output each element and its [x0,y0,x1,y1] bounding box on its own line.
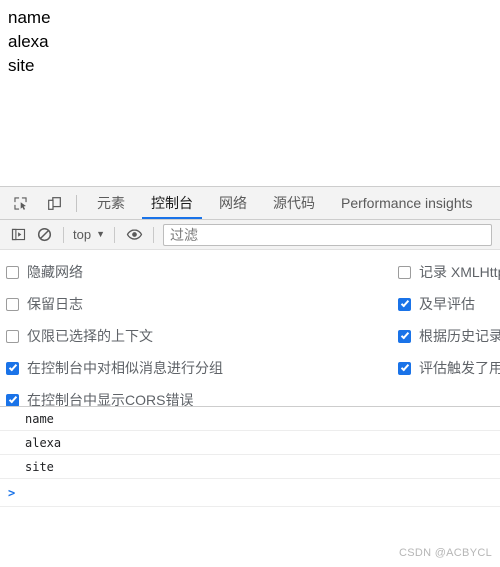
settings-column-right: 记录 XMLHttpRequest 及早评估 根据历史记录自动补全 评估触发了用… [398,256,500,384]
checkbox-eager-evaluation[interactable] [398,297,411,311]
live-expression-eye-icon[interactable] [121,223,147,247]
setting-preserve-log[interactable]: 保留日志 [6,288,223,320]
console-message-row: name [0,407,500,431]
toolbar-divider [76,194,77,212]
setting-label: 及早评估 [419,296,475,312]
chevron-down-icon: ▼ [96,229,105,239]
tab-label: Performance insights [341,195,473,211]
setting-selected-context-only[interactable]: 仅限已选择的上下文 [6,320,223,352]
checkbox-show-cors-errors[interactable] [6,393,19,406]
web-page-viewport: name alexa site [0,0,500,186]
setting-show-cors-errors[interactable]: 在控制台中显示CORS错误 [6,384,223,407]
console-toolbar: top ▼ [0,220,500,250]
prompt-arrow-icon: > [8,485,16,500]
checkbox-selected-context-only[interactable] [6,329,19,343]
tab-performance-insights[interactable]: Performance insights [328,187,486,219]
checkbox-autocomplete-from-history[interactable] [398,329,411,343]
clear-console-icon[interactable] [31,223,57,247]
setting-group-similar[interactable]: 在控制台中对相似消息进行分组 [6,352,223,384]
console-message-row: site [0,455,500,479]
setting-label: 保留日志 [27,296,83,312]
setting-label: 隐藏网络 [27,264,83,280]
checkbox-evaluate-user-activation[interactable] [398,361,411,375]
console-message-row: alexa [0,431,500,455]
setting-label: 在控制台中对相似消息进行分组 [27,360,223,376]
tab-elements[interactable]: 元素 [84,187,138,219]
watermark: CSDN @ACBYCL [398,547,492,559]
tab-label: 网络 [219,195,247,211]
console-prompt-row[interactable]: > [0,479,500,507]
console-sidebar-icon[interactable] [5,223,31,247]
setting-label: 仅限已选择的上下文 [27,328,153,344]
tab-network[interactable]: 网络 [206,187,260,219]
console-output-area[interactable]: name alexa site > [0,407,500,507]
page-text-line: name [8,8,51,27]
console-message-text: alexa [25,435,62,450]
setting-evaluate-user-activation[interactable]: 评估触发了用户手势 [398,352,500,384]
checkbox-group-similar[interactable] [6,361,19,375]
setting-log-xmlhttprequest[interactable]: 记录 XMLHttpRequest [398,256,500,288]
checkbox-hide-network[interactable] [6,265,19,279]
execution-context-label: top [73,227,92,242]
devtools-tab-bar: 元素 控制台 网络 源代码 Performance insights [0,187,500,220]
checkbox-preserve-log[interactable] [6,297,19,311]
setting-label: 记录 XMLHttpRequest [419,264,500,280]
setting-label: 在控制台中显示CORS错误 [27,392,194,407]
toolbar-divider [114,226,115,243]
tab-label: 控制台 [151,195,193,211]
devtools-panel: 元素 控制台 网络 源代码 Performance insights top ▼… [0,186,500,567]
page-text-line: alexa [8,32,49,51]
setting-autocomplete-from-history[interactable]: 根据历史记录自动补全 [398,320,500,352]
execution-context-select[interactable]: top ▼ [70,227,108,242]
settings-column-left: 隐藏网络 保留日志 仅限已选择的上下文 在控制台中对相似消息进行分组 在控制台中… [6,256,223,407]
console-filter-input[interactable] [163,223,492,246]
tab-console[interactable]: 控制台 [138,187,206,219]
checkbox-log-xmlhttprequest[interactable] [398,265,411,279]
console-message-text: name [25,411,54,426]
tab-label: 元素 [97,195,125,211]
page-text-line: site [8,56,35,75]
tab-label: 源代码 [273,195,315,211]
toolbar-divider [153,226,154,243]
console-message-text: site [25,459,54,474]
inspect-element-icon[interactable] [6,190,34,216]
device-toolbar-icon[interactable] [40,190,68,216]
setting-label: 根据历史记录自动补全 [419,328,500,344]
tab-sources[interactable]: 源代码 [260,187,328,219]
toolbar-divider [63,226,64,243]
setting-eager-evaluation[interactable]: 及早评估 [398,288,500,320]
setting-label: 评估触发了用户手势 [419,360,500,376]
console-settings-pane: 隐藏网络 保留日志 仅限已选择的上下文 在控制台中对相似消息进行分组 在控制台中… [0,250,500,407]
setting-hide-network[interactable]: 隐藏网络 [6,256,223,288]
